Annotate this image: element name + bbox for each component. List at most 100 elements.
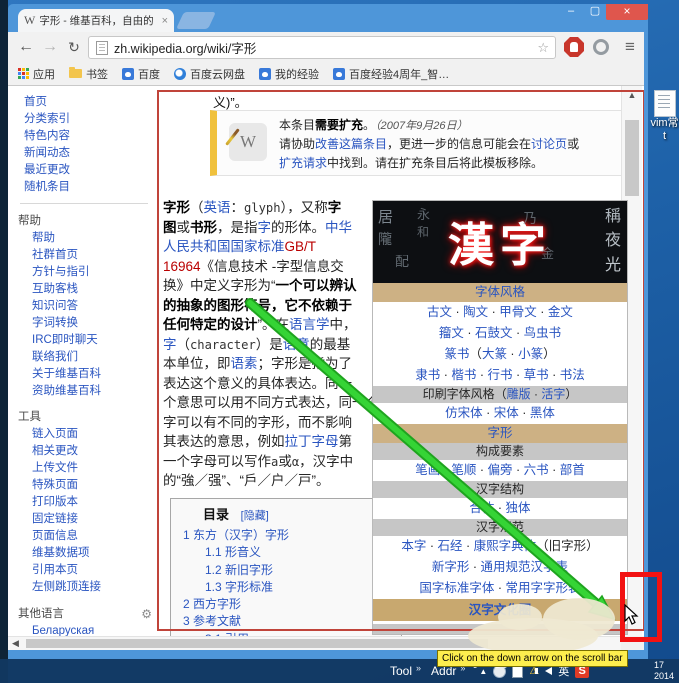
wiki-link[interactable]: 中华 — [325, 220, 352, 235]
wiki-link[interactable]: 宋体 — [494, 406, 519, 420]
toc-item[interactable]: 3 参考文献 — [183, 613, 401, 630]
bookmark-item[interactable]: 百度云网盘 — [174, 66, 245, 82]
sidebar-link[interactable]: 随机条目 — [18, 179, 156, 196]
sidebar-link[interactable]: 帮助 — [18, 230, 156, 247]
taskbar-clock[interactable]: 17 2014 — [654, 660, 679, 682]
sidebar-link[interactable]: 固定链接 — [18, 511, 156, 528]
adblock-icon[interactable] — [564, 37, 584, 57]
wiki-link[interactable]: 本字 — [401, 539, 426, 553]
sidebar-link[interactable]: 方针与指引 — [18, 264, 156, 281]
wiki-link[interactable]: 独体 — [506, 501, 531, 515]
reload-icon[interactable]: ↻ — [62, 35, 86, 59]
sidebar-link[interactable]: 联络我们 — [18, 349, 156, 366]
wiki-link[interactable]: 笔顺 — [451, 463, 476, 477]
sidebar-link[interactable]: 关于维基百科 — [18, 366, 156, 383]
gear-icon[interactable]: ⚙ — [141, 606, 152, 623]
sidebar-link[interactable]: 分类索引 — [18, 111, 156, 128]
wiki-link[interactable]: 仿宋体 — [445, 406, 483, 420]
sidebar-link[interactable]: 资助维基百科 — [18, 383, 156, 400]
toc-hide-toggle[interactable]: [隐藏] — [241, 510, 269, 522]
wiki-link[interactable]: 语意 — [283, 337, 310, 352]
sidebar-link[interactable]: 打印版本 — [18, 494, 156, 511]
wiki-link[interactable]: 书法 — [560, 368, 585, 382]
wiki-link[interactable]: 常用字字形表 — [506, 581, 581, 595]
bookmark-item[interactable]: 百度经验4周年_智… — [333, 66, 449, 82]
wiki-link[interactable]: 偏旁 — [487, 463, 512, 477]
wiki-link[interactable]: 雕版 — [507, 387, 531, 401]
browser-tab[interactable]: W 字形 - 维基百科，自由的 × — [18, 9, 174, 32]
wiki-link[interactable]: 拉丁字母 — [285, 434, 339, 449]
toc-item[interactable]: 1.2 新旧字形 — [183, 562, 401, 579]
wiki-link[interactable]: 行书 — [487, 368, 512, 382]
maximize-button[interactable]: ▢ — [584, 4, 606, 20]
wiki-link[interactable]: 英语 — [204, 200, 231, 215]
wiki-link[interactable]: 讨论页 — [531, 137, 567, 151]
wiki-link[interactable]: 字形 — [487, 426, 512, 440]
scroll-up-icon[interactable]: ▲ — [622, 90, 642, 100]
wiki-link[interactable]: 人民共和国国家标准 — [163, 239, 285, 254]
infobox-subheader[interactable]: 印刷字体风格（雕版 · 活字） — [373, 386, 627, 403]
wiki-link[interactable]: 字 — [258, 220, 272, 235]
tab-close-icon[interactable]: × — [162, 15, 168, 27]
taskbar-tool-label[interactable]: Tool — [390, 664, 412, 678]
desktop-icon-vim[interactable]: vim常 t — [650, 90, 679, 143]
sidebar-link[interactable]: 首页 — [18, 94, 156, 111]
sidebar-link[interactable]: 知识问答 — [18, 298, 156, 315]
forward-icon[interactable]: → — [38, 35, 62, 59]
extension-icon[interactable] — [593, 39, 609, 55]
sidebar-link[interactable]: 互助客栈 — [18, 281, 156, 298]
wiki-link[interactable]: 六书 — [524, 463, 549, 477]
sidebar-link[interactable]: 页面信息 — [18, 528, 156, 545]
menu-icon[interactable]: ≡ — [618, 35, 642, 59]
wiki-link[interactable]: 草书 — [524, 368, 549, 382]
wiki-link[interactable]: 楷书 — [451, 368, 476, 382]
wiki-link[interactable]: 黑体 — [530, 406, 555, 420]
wiki-link[interactable]: 活字 — [541, 387, 565, 401]
wiki-link[interactable]: 石经 — [437, 539, 462, 553]
wiki-link[interactable]: 笔画 — [415, 463, 440, 477]
url-text[interactable]: zh.wikipedia.org/wiki/字形 — [114, 38, 537, 57]
bookmark-item[interactable]: 我的经验 — [259, 66, 319, 82]
sidebar-link[interactable]: 引用本页 — [18, 562, 156, 579]
wiki-link[interactable]: 国字标准字体 — [419, 581, 494, 595]
wiki-link[interactable]: 石鼓文 — [475, 326, 513, 340]
bookmark-star-icon[interactable]: ☆ — [537, 40, 549, 56]
wiki-link[interactable]: 合体 — [469, 501, 494, 515]
wiki-link[interactable]: 甲骨文 — [499, 305, 537, 319]
toc-item[interactable]: 1.1 形音义 — [183, 544, 401, 561]
wiki-link[interactable]: 大篆 — [482, 347, 507, 361]
wiki-link[interactable]: 语素 — [231, 356, 258, 371]
sidebar-link[interactable]: 左侧跳顶连接 — [18, 579, 156, 596]
wiki-link[interactable]: 字体风格 — [475, 285, 525, 299]
horizontal-scrollbar-thumb[interactable] — [26, 639, 488, 648]
sidebar-link[interactable]: 字词转换 — [18, 315, 156, 332]
wiki-link[interactable]: 通用规范汉字表 — [481, 560, 569, 574]
bookmark-item[interactable]: 书签 — [69, 66, 108, 82]
wiki-link[interactable]: 部首 — [560, 463, 585, 477]
minimize-button[interactable]: – — [560, 4, 582, 20]
wiki-link[interactable]: 陶文 — [463, 305, 488, 319]
close-button[interactable]: × — [606, 4, 648, 20]
scroll-left-icon[interactable]: ◀ — [12, 638, 19, 649]
back-icon[interactable]: ← — [14, 35, 38, 59]
sidebar-link[interactable]: 相关更改 — [18, 443, 156, 460]
address-bar[interactable]: zh.wikipedia.org/wiki/字形 ☆ — [88, 36, 556, 59]
wiki-link[interactable]: 新字形 — [432, 560, 470, 574]
toc-item[interactable]: 1 东方（汉字）字形 — [183, 527, 401, 544]
infobox-header[interactable]: 字形 — [373, 424, 627, 443]
toc-item[interactable]: 1.3 字形标准 — [183, 579, 401, 596]
wiki-link[interactable]: 康熙字典体 — [474, 539, 537, 553]
wiki-link[interactable]: 改善这篇条目 — [315, 137, 387, 151]
wiki-link[interactable]: 扩充请求 — [279, 156, 327, 170]
wiki-link[interactable]: 篆书 — [444, 347, 469, 361]
wiki-link[interactable]: 古文 — [427, 305, 452, 319]
wiki-link[interactable]: 鸟虫书 — [524, 326, 562, 340]
scrollbar-thumb[interactable] — [625, 120, 639, 196]
infobox-header[interactable]: 字体风格 — [373, 283, 627, 302]
bookmark-apps[interactable]: 应用 — [16, 66, 55, 82]
wiki-link[interactable]: 籀文 — [439, 326, 464, 340]
wiki-link[interactable]: 小篆 — [518, 347, 543, 361]
sidebar-link[interactable]: 最近更改 — [18, 162, 156, 179]
chevron-icon[interactable]: » — [416, 663, 421, 673]
sidebar-link[interactable]: 链入页面 — [18, 426, 156, 443]
